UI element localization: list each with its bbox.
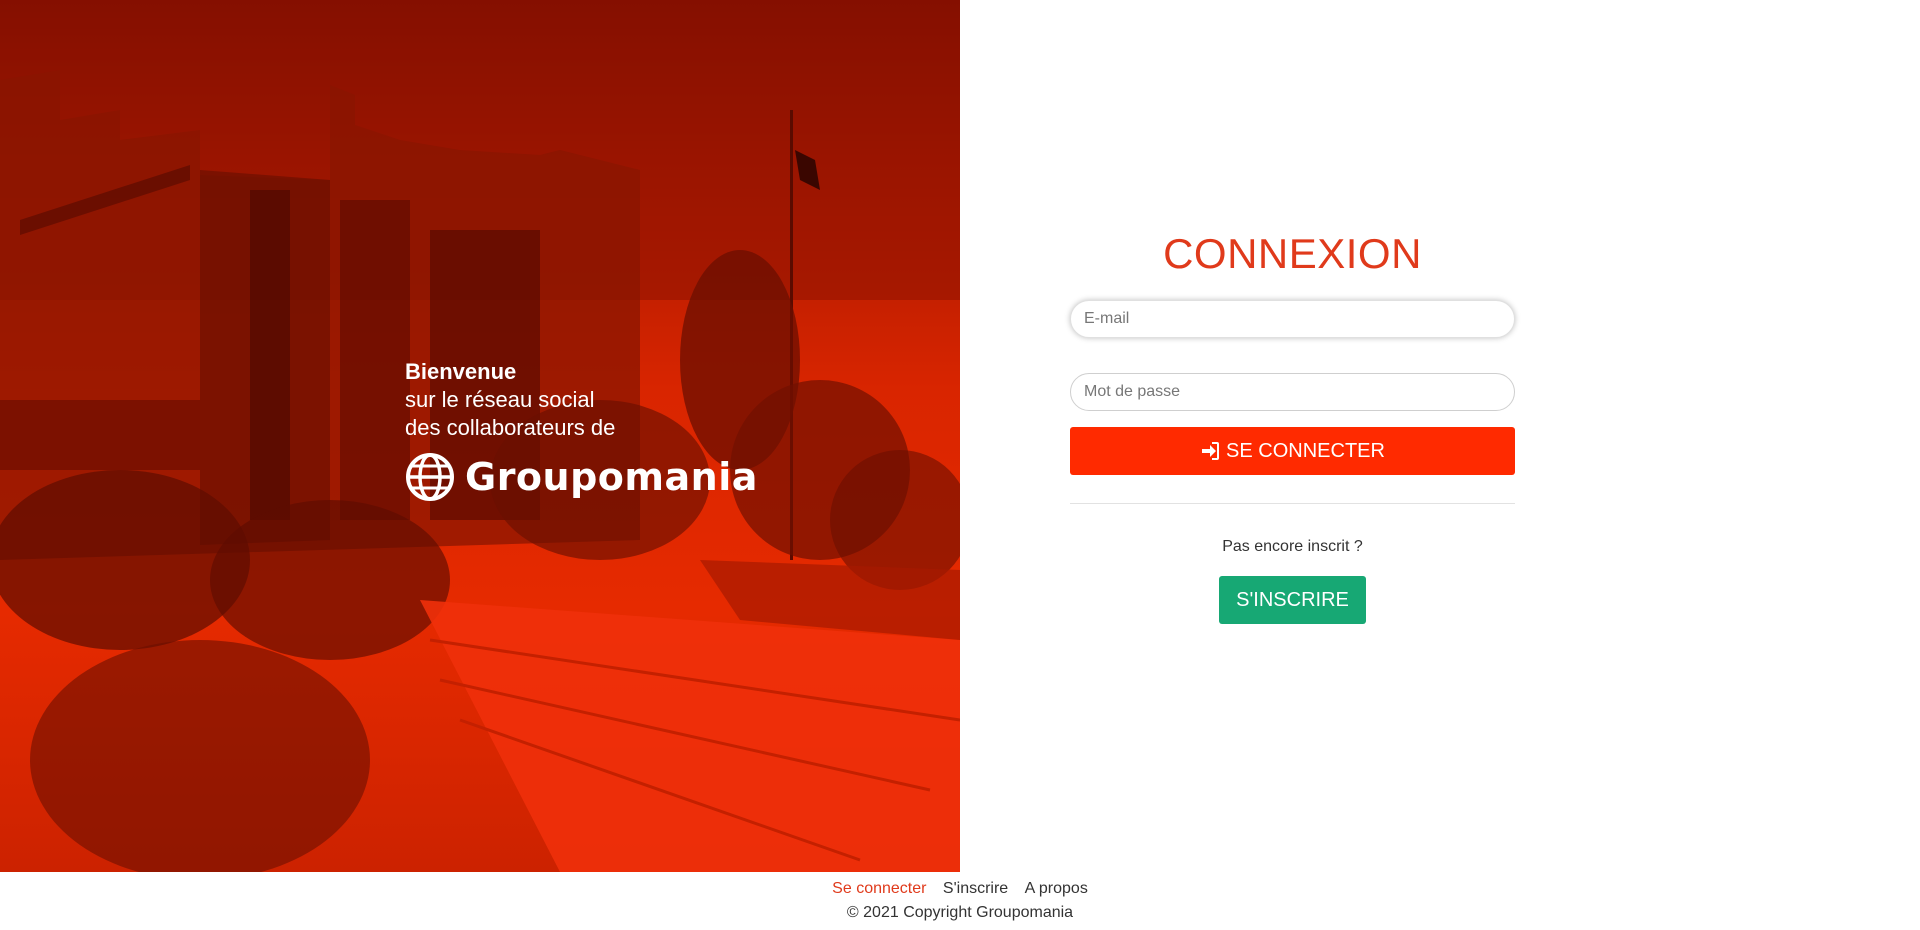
footer-link-signup[interactable]: S'inscrire <box>943 880 1008 897</box>
footer-link-about[interactable]: A propos <box>1025 880 1088 897</box>
hero-welcome: Bienvenue <box>405 359 517 384</box>
hero-line-2: des collaborateurs de <box>405 415 616 440</box>
email-field[interactable] <box>1070 300 1515 338</box>
brand-logo: Groupomania <box>405 452 758 502</box>
login-button[interactable]: SE CONNECTER <box>1070 427 1515 475</box>
page-title: CONNEXION <box>1163 230 1422 277</box>
sign-in-icon <box>1202 442 1220 460</box>
hero-welcome-text: Bienvenue sur le réseau social des colla… <box>405 358 758 502</box>
login-page: Bienvenue sur le réseau social des colla… <box>0 0 1920 930</box>
brand-name: Groupomania <box>465 455 758 499</box>
not-registered-text: Pas encore inscrit ? <box>1222 538 1363 555</box>
footer-nav: Se connecter S'inscrire A propos <box>0 880 1920 898</box>
password-field[interactable] <box>1070 373 1515 411</box>
signup-button[interactable]: S'INSCRIRE <box>1219 576 1366 624</box>
hero-panel: Bienvenue sur le réseau social des colla… <box>0 0 960 872</box>
footer-link-login[interactable]: Se connecter <box>832 880 926 897</box>
login-button-label: SE CONNECTER <box>1226 439 1385 462</box>
globe-icon <box>406 453 454 501</box>
copyright-text: © 2021 Copyright Groupomania <box>846 904 1074 921</box>
hero-line-1: sur le réseau social <box>405 387 595 412</box>
footer: Se connecter S'inscrire A propos © 2021 … <box>0 872 1920 930</box>
divider <box>1070 503 1515 504</box>
login-form: CONNEXION SE CONNECTER Pas encore inscri… <box>1070 230 1515 624</box>
